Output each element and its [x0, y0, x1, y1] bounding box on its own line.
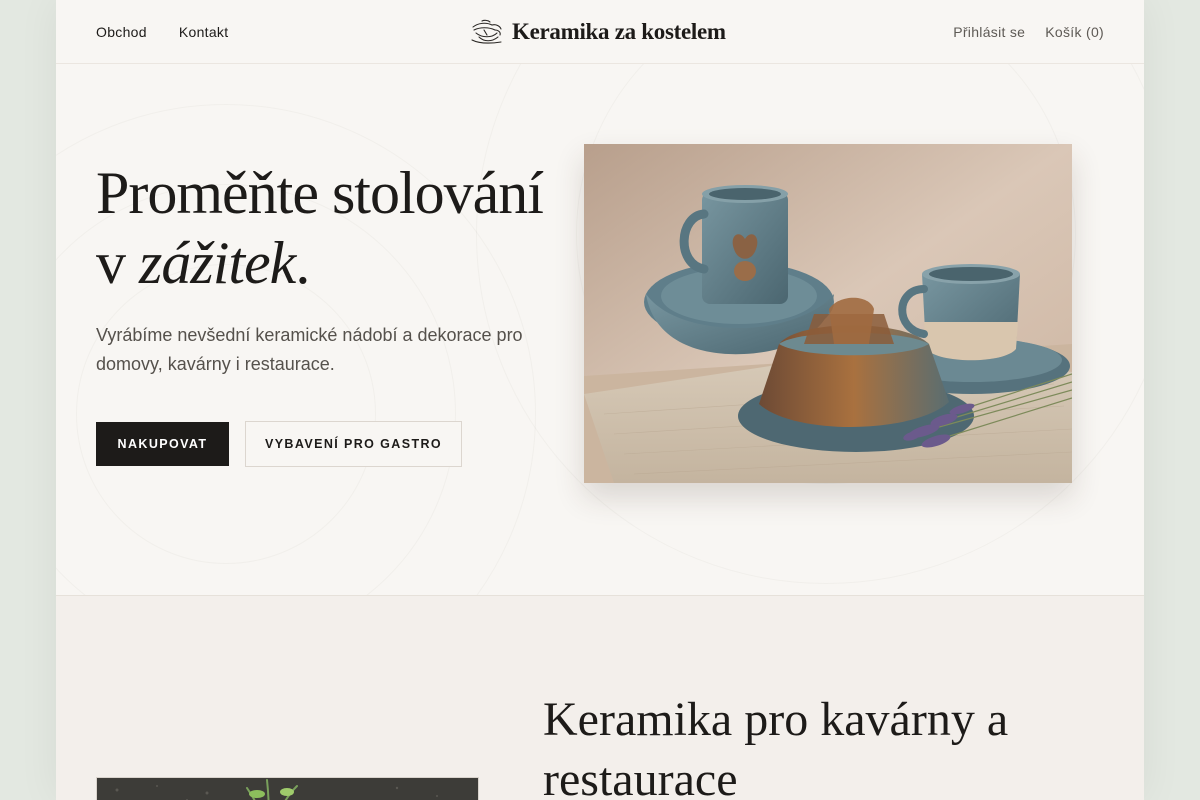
ceramic-vessel-sketch-icon — [471, 19, 502, 44]
plant-on-table-illustration — [97, 778, 478, 800]
cart-link[interactable]: Košík (0) — [1045, 24, 1104, 40]
decorative-ring — [76, 264, 376, 564]
site-header: Obchod Kontakt Keramika za kostelem Přih… — [56, 0, 1144, 64]
hero-title-emphasis: zážitek — [139, 230, 296, 296]
gastro-equipment-button[interactable]: VYBAVENÍ PRO GASTRO — [245, 421, 462, 467]
hero-title-suffix: . — [295, 230, 310, 296]
shop-button[interactable]: NAKUPOVAT — [96, 422, 229, 466]
hero-title-line1: Proměňte stolování — [96, 160, 544, 226]
nav-shop-link[interactable]: Obchod — [96, 24, 147, 40]
hero-section: Proměňte stolování v zážitek. Vyrábíme n… — [56, 64, 1144, 596]
ceramics-still-life-illustration — [584, 144, 1072, 483]
account-nav: Přihlásit se Košík (0) — [953, 0, 1104, 64]
nav-contact-link[interactable]: Kontakt — [179, 24, 229, 40]
page: Obchod Kontakt Keramika za kostelem Přih… — [56, 0, 1144, 800]
login-link[interactable]: Přihlásit se — [953, 24, 1025, 40]
hero-title-prefix: v — [96, 230, 139, 296]
brand-name: Keramika za kostelem — [512, 19, 726, 44]
gastro-section-title: Keramika pro kavárny a restaurace — [543, 693, 1009, 800]
gastro-section: Keramika pro kavárny a restaurace — [56, 596, 1144, 800]
main-nav: Obchod Kontakt — [96, 0, 228, 64]
brand-logo-link[interactable]: Keramika za kostelem — [470, 0, 726, 64]
hero-title: Proměňte stolování v zážitek. — [96, 158, 576, 298]
gastro-photo — [96, 777, 479, 800]
hero-product-photo — [584, 144, 1072, 483]
hero-description: Vyrábíme nevšední keramické nádobí a dek… — [96, 325, 523, 374]
